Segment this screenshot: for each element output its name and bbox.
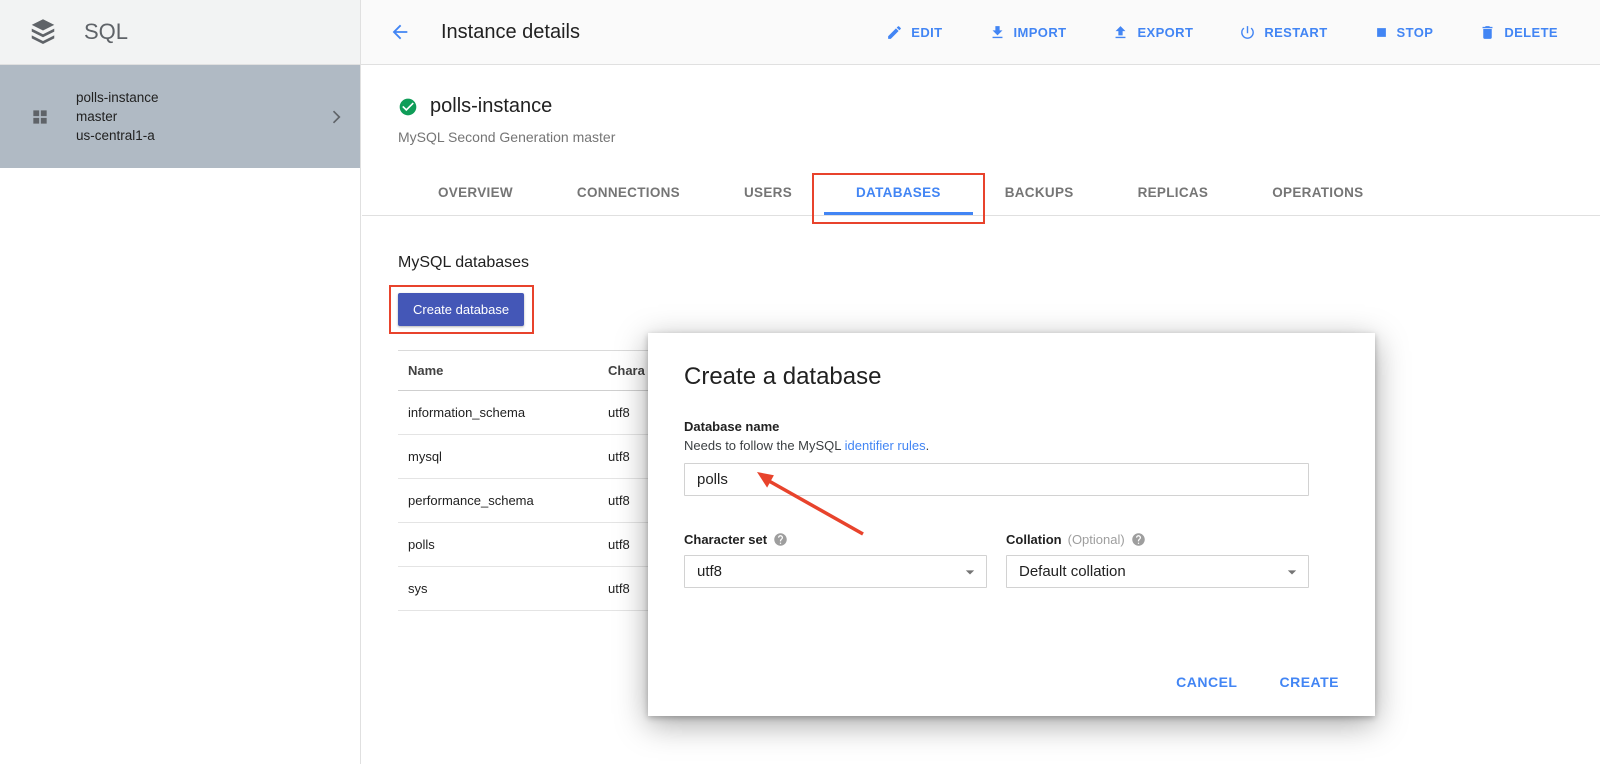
db-name-cell: mysql [398,435,598,479]
dialog-fields-row: Character set utf8 Collation (Optional) [684,532,1339,588]
page-header: Instance details EDIT IMPORT EXPORT REST… [361,0,1600,64]
create-database-dialog: Create a database Database name Needs to… [648,333,1375,716]
database-name-help: Needs to follow the MySQL identifier rul… [684,438,1339,453]
cancel-button[interactable]: CANCEL [1176,674,1237,690]
identifier-rules-link[interactable]: identifier rules [845,438,926,453]
db-name-cell: polls [398,523,598,567]
sidebar-instance-name: polls-instance [76,88,300,107]
create-database-wrap: Create database [398,293,524,326]
import-button[interactable]: IMPORT [989,24,1067,41]
header-actions: EDIT IMPORT EXPORT RESTART STOP [886,24,1558,41]
tab-bar: OVERVIEW CONNECTIONS USERS DATABASES BAC… [362,170,1600,216]
tab-backups[interactable]: BACKUPS [973,170,1106,215]
sidebar-instance-role: master [76,107,300,126]
character-set-label: Character set [684,532,767,547]
db-name-cell: performance_schema [398,479,598,523]
cloud-sql-console: SQL Instance details EDIT IMPORT [0,0,1600,764]
back-arrow-icon [389,21,411,43]
dropdown-arrow-icon [1282,562,1302,582]
export-button[interactable]: EXPORT [1112,24,1193,41]
back-button[interactable] [389,21,411,43]
import-download-icon [989,24,1006,41]
trash-icon [1479,24,1496,41]
instance-subtitle: MySQL Second Generation master [398,129,1600,145]
cloud-sql-logo-icon [28,17,58,47]
edit-pencil-icon [886,24,903,41]
instance-title: polls-instance [430,95,552,118]
sidebar: polls-instance master us-central1-a [0,65,361,764]
collation-help-icon[interactable] [1131,532,1146,547]
product-name: SQL [84,19,128,45]
column-header-name: Name [398,351,598,391]
tab-replicas[interactable]: REPLICAS [1106,170,1241,215]
sidebar-instance-item[interactable]: polls-instance master us-central1-a [0,65,360,168]
sidebar-instance-zone: us-central1-a [76,126,300,145]
collation-select[interactable]: Default collation [1006,555,1309,588]
character-set-select[interactable]: utf8 [684,555,987,588]
export-upload-icon [1112,24,1129,41]
collation-label: Collation [1006,532,1062,547]
create-database-button[interactable]: Create database [398,293,524,326]
db-name-cell: sys [398,567,598,611]
tab-operations[interactable]: OPERATIONS [1240,170,1395,215]
instance-header: polls-instance [398,95,1600,118]
edit-button[interactable]: EDIT [886,24,942,41]
chevron-right-icon [326,107,346,127]
tab-databases[interactable]: DATABASES [824,170,973,215]
dialog-actions: CANCEL CREATE [1176,674,1339,690]
database-name-label: Database name [684,419,1339,434]
stop-square-icon [1374,25,1389,40]
character-set-field: Character set utf8 [684,532,987,588]
tab-overview[interactable]: OVERVIEW [406,170,545,215]
dropdown-arrow-icon [960,562,980,582]
create-button[interactable]: CREATE [1279,674,1339,690]
database-name-input[interactable] [684,463,1309,496]
check-circle-icon [398,97,418,117]
tab-connections[interactable]: CONNECTIONS [545,170,712,215]
collation-field: Collation (Optional) Default collation [1006,532,1309,588]
power-icon [1239,24,1256,41]
cloud-sql-home[interactable]: SQL [0,0,361,64]
grid-icon [30,107,50,127]
character-set-help-icon[interactable] [773,532,788,547]
top-bar: SQL Instance details EDIT IMPORT [0,0,1600,65]
delete-button[interactable]: DELETE [1479,24,1558,41]
restart-button[interactable]: RESTART [1239,24,1327,41]
collation-optional-label: (Optional) [1068,532,1125,547]
page-title: Instance details [441,21,580,44]
stop-button[interactable]: STOP [1374,24,1434,41]
tab-users[interactable]: USERS [712,170,824,215]
dialog-title: Create a database [684,363,1339,391]
sidebar-instance-text: polls-instance master us-central1-a [76,88,300,145]
section-heading: MySQL databases [398,254,1600,272]
db-name-cell: information_schema [398,391,598,435]
